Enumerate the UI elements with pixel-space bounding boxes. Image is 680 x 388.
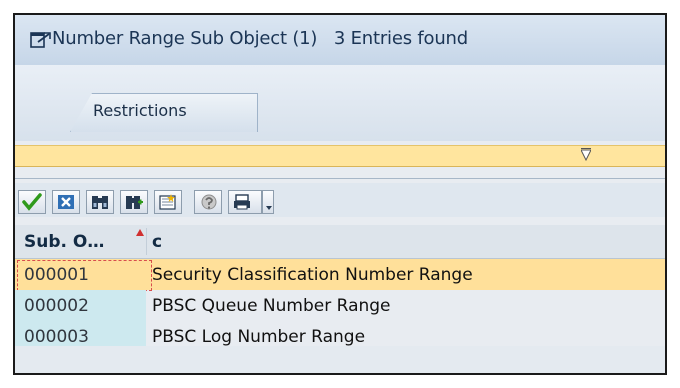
help-button[interactable] [194, 190, 222, 214]
column-header-sub-object[interactable]: Sub. O… [24, 232, 104, 252]
column-header-c[interactable]: c [152, 232, 162, 252]
tab-strip: Restrictions [15, 65, 665, 179]
sub-object-value: 000002 [24, 296, 89, 316]
description-value: PBSC Queue Number Range [152, 296, 391, 316]
dialog-title: Number Range Sub Object (1) 3 Entries fo… [52, 28, 468, 49]
table-row[interactable]: 000002 PBSC Queue Number Range [15, 290, 665, 321]
new-entry-button[interactable] [154, 190, 182, 214]
key-cell[interactable]: 000002 [15, 290, 146, 321]
sub-object-value: 000003 [24, 327, 89, 347]
expand-restrictions-icon[interactable] [581, 148, 591, 161]
sort-ascending-icon [136, 229, 144, 236]
continue-button[interactable] [18, 190, 46, 214]
find-next-icon [126, 196, 143, 209]
empty-area [15, 346, 665, 373]
cancel-button[interactable] [52, 190, 80, 214]
help-icon [201, 194, 217, 210]
column-divider [146, 228, 147, 255]
new-entry-icon [159, 194, 176, 210]
toolbar [15, 183, 665, 217]
description-value: Security Classification Number Range [152, 265, 473, 285]
binoculars-icon [92, 196, 108, 209]
description-value: PBSC Log Number Range [152, 327, 366, 347]
tab-restrictions-label: Restrictions [93, 101, 187, 120]
table-row[interactable]: 000001 Security Classification Number Ra… [15, 259, 665, 291]
title-bar: Number Range Sub Object (1) 3 Entries fo… [15, 15, 665, 65]
chevron-down-icon [266, 206, 272, 210]
tab-divider [15, 178, 665, 179]
value-help-dialog: Number Range Sub Object (1) 3 Entries fo… [13, 13, 667, 375]
find-button[interactable] [86, 190, 114, 214]
table-header: Sub. O… c [15, 225, 665, 259]
window-icon [30, 32, 51, 48]
print-icon [234, 194, 250, 210]
focus-indicator [17, 260, 152, 291]
restrictions-collapsed-bar[interactable] [15, 145, 665, 167]
print-button[interactable] [228, 190, 262, 214]
find-next-button[interactable] [120, 190, 148, 214]
checkmark-icon [22, 193, 42, 211]
print-options-dropdown[interactable] [262, 190, 274, 214]
cancel-icon [58, 195, 74, 209]
entries-found: 3 Entries found [333, 28, 468, 49]
